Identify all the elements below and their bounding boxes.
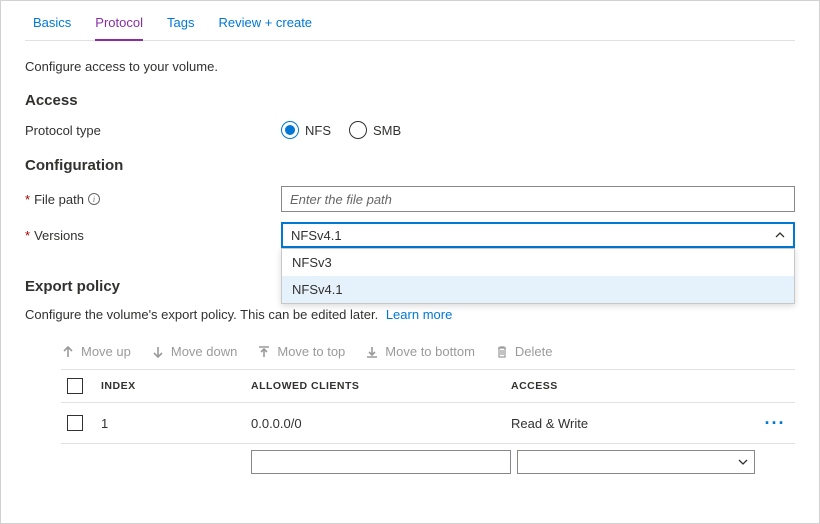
versions-label: Versions	[34, 228, 84, 243]
move-up-button[interactable]: Move up	[61, 344, 131, 359]
delete-button[interactable]: Delete	[495, 344, 553, 359]
configuration-heading: Configuration	[25, 157, 795, 174]
required-star: *	[25, 192, 30, 207]
arrow-to-bottom-icon	[365, 345, 379, 359]
tab-basics[interactable]: Basics	[33, 15, 71, 40]
arrow-up-icon	[61, 345, 75, 359]
new-allowed-clients-input[interactable]	[251, 450, 511, 474]
new-access-select[interactable]	[517, 450, 755, 474]
table-row: 1 0.0.0.0/0 Read & Write ···	[61, 403, 795, 444]
tab-bar: Basics Protocol Tags Review + create	[25, 1, 795, 41]
access-heading: Access	[25, 92, 795, 109]
col-index: INDEX	[101, 380, 251, 392]
info-icon[interactable]: i	[88, 193, 100, 205]
page-subtitle: Configure access to your volume.	[25, 59, 795, 74]
required-star: *	[25, 228, 30, 243]
radio-smb-label: SMB	[373, 123, 401, 138]
trash-icon	[495, 345, 509, 359]
radio-circle-icon	[281, 121, 299, 139]
protocol-type-label: Protocol type	[25, 123, 281, 138]
radio-nfs[interactable]: NFS	[281, 121, 331, 139]
version-option-nfsv3[interactable]: NFSv3	[282, 249, 794, 276]
arrow-to-top-icon	[257, 345, 271, 359]
row-checkbox[interactable]	[67, 415, 83, 431]
select-all-checkbox[interactable]	[67, 378, 83, 394]
chevron-up-icon	[775, 230, 785, 240]
move-down-button[interactable]: Move down	[151, 344, 237, 359]
radio-nfs-label: NFS	[305, 123, 331, 138]
export-policy-desc: Configure the volume's export policy. Th…	[25, 307, 795, 322]
move-to-bottom-button[interactable]: Move to bottom	[365, 344, 475, 359]
versions-selected: NFSv4.1	[291, 228, 342, 243]
chevron-down-icon	[738, 457, 748, 467]
col-allowed-clients: ALLOWED CLIENTS	[251, 380, 511, 392]
versions-dropdown-list: NFSv3 NFSv4.1	[281, 248, 795, 304]
versions-dropdown[interactable]: NFSv4.1 NFSv3 NFSv4.1	[281, 222, 795, 248]
tab-tags[interactable]: Tags	[167, 15, 194, 40]
move-to-top-button[interactable]: Move to top	[257, 344, 345, 359]
row-index: 1	[101, 416, 251, 431]
file-path-label: File path	[34, 192, 84, 207]
row-allowed-clients: 0.0.0.0/0	[251, 416, 511, 431]
arrow-down-icon	[151, 345, 165, 359]
learn-more-link[interactable]: Learn more	[386, 307, 452, 322]
version-option-nfsv41[interactable]: NFSv4.1	[282, 276, 794, 303]
tab-review-create[interactable]: Review + create	[218, 15, 312, 40]
tab-protocol[interactable]: Protocol	[95, 15, 143, 40]
radio-circle-icon	[349, 121, 367, 139]
export-toolbar: Move up Move down Move to top Move to bo…	[25, 338, 795, 369]
col-access: ACCESS	[511, 380, 755, 392]
row-actions-button[interactable]: ···	[755, 419, 795, 427]
radio-smb[interactable]: SMB	[349, 121, 401, 139]
export-policy-table: INDEX ALLOWED CLIENTS ACCESS 1 0.0.0.0/0…	[61, 369, 795, 444]
protocol-type-radios: NFS SMB	[281, 121, 795, 139]
file-path-input[interactable]: Enter the file path	[281, 186, 795, 212]
row-access: Read & Write	[511, 416, 755, 431]
